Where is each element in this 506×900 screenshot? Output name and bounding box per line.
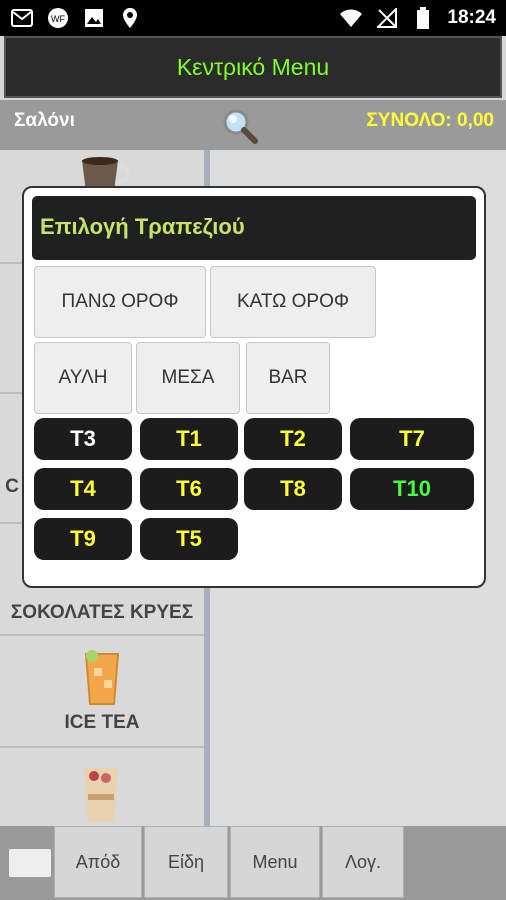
wifi-calling-icon: WF bbox=[46, 6, 70, 30]
search-icon[interactable] bbox=[220, 106, 260, 146]
app-header: Κεντρικό Menu bbox=[4, 36, 502, 98]
table-button-t9[interactable]: T9 bbox=[34, 518, 132, 560]
area-button-bar[interactable]: BAR bbox=[246, 342, 330, 414]
table-selection-dialog: Επιλογή Τραπεζιού ΠΑΝΩ ΟΡΟΦ ΚΑΤΩ ΟΡΟΦ ΑΥ… bbox=[22, 186, 486, 588]
battery-icon bbox=[411, 6, 435, 30]
header-title: Κεντρικό Menu bbox=[176, 53, 330, 80]
dialog-title-bar: Επιλογή Τραπεζιού bbox=[32, 196, 476, 260]
wifi-icon bbox=[339, 6, 363, 30]
table-button-t7[interactable]: T7 bbox=[350, 418, 474, 460]
category-item[interactable] bbox=[0, 748, 204, 826]
nav-button-log[interactable]: Λογ. bbox=[322, 826, 404, 898]
dialog-title: Επιλογή Τραπεζιού bbox=[40, 214, 245, 239]
clock: 18:24 bbox=[447, 7, 496, 28]
bottom-nav: Απόδ Είδη Menu Λογ. bbox=[0, 826, 506, 900]
floor-button-lower[interactable]: ΚΑΤΩ ΟΡΟΦ bbox=[210, 266, 376, 338]
floor-button-upper[interactable]: ΠΑΝΩ ΟΡΟΦ bbox=[34, 266, 206, 338]
category-item[interactable]: ICE TEA bbox=[0, 636, 204, 748]
nav-button-menu[interactable]: Menu bbox=[230, 826, 320, 898]
selection-checkbox[interactable] bbox=[8, 848, 52, 878]
area-button-courtyard[interactable]: ΑΥΛΗ bbox=[34, 342, 132, 414]
table-button-t1[interactable]: T1 bbox=[140, 418, 238, 460]
table-button-t5[interactable]: T5 bbox=[140, 518, 238, 560]
gmail-icon bbox=[10, 6, 34, 30]
location-icon bbox=[118, 6, 142, 30]
area-button-inside[interactable]: ΜΕΣΑ bbox=[136, 342, 240, 414]
room-label[interactable]: Σαλόνι bbox=[14, 110, 75, 132]
total-amount: ΣΥΝΟΛΟ: 0,00 bbox=[366, 110, 494, 131]
category-label: ICE TEA bbox=[64, 712, 140, 733]
table-button-t10[interactable]: T10 bbox=[350, 468, 474, 510]
category-label: ΣΟΚΟΛΑΤΕΣ ΚΡΥΕΣ bbox=[10, 602, 194, 623]
svg-text:WF: WF bbox=[51, 14, 65, 24]
info-bar: Σαλόνι ΣΥΝΟΛΟ: 0,00 bbox=[0, 100, 506, 150]
table-button-t3[interactable]: T3 bbox=[34, 418, 132, 460]
dessert-cup-icon bbox=[80, 764, 122, 827]
table-button-t4[interactable]: T4 bbox=[34, 468, 132, 510]
table-button-t8[interactable]: T8 bbox=[244, 468, 342, 510]
image-icon bbox=[82, 6, 106, 30]
nav-button-apod[interactable]: Απόδ bbox=[54, 826, 142, 898]
status-bar: WF 18:24 bbox=[0, 0, 506, 36]
nav-button-eidi[interactable]: Είδη bbox=[144, 826, 228, 898]
table-button-t6[interactable]: T6 bbox=[140, 468, 238, 510]
no-signal-icon bbox=[375, 6, 399, 30]
iced-tea-glass-icon bbox=[82, 648, 122, 711]
table-button-t2[interactable]: T2 bbox=[244, 418, 342, 460]
